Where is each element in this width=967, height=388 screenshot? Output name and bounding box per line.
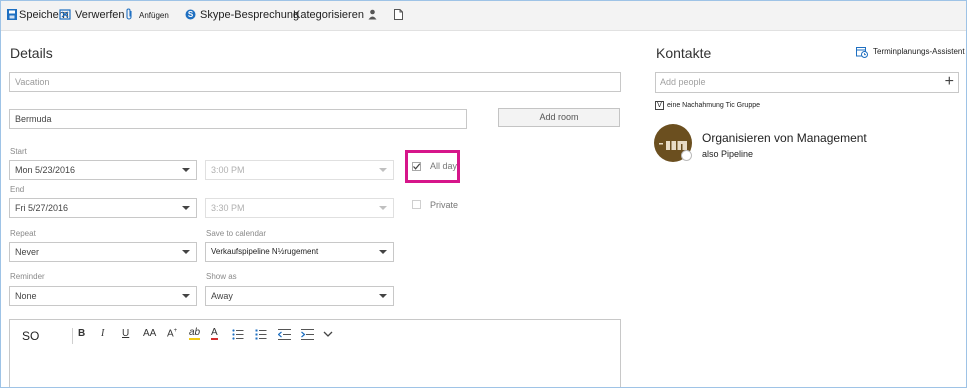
end-label: End — [10, 185, 25, 194]
reminder-select[interactable]: None — [9, 286, 197, 306]
show-as-select[interactable]: Away — [205, 286, 394, 306]
svg-text:S: S — [188, 10, 194, 19]
document-icon — [394, 9, 403, 20]
details-heading: Details — [10, 45, 53, 61]
paperclip-icon — [126, 8, 132, 20]
checkmark-icon — [413, 163, 421, 170]
save-icon — [7, 9, 17, 20]
chevron-down-icon — [379, 294, 387, 298]
reminder-value: None — [15, 291, 37, 301]
chevron-down-icon — [182, 250, 190, 254]
chevron-down-icon[interactable] — [323, 331, 333, 338]
numbering-icon[interactable] — [255, 329, 267, 340]
repeat-value: Never — [15, 247, 40, 257]
contact-subtitle: also Pipeline — [702, 149, 754, 159]
show-as-label: Show as — [206, 272, 237, 281]
person-icon — [368, 9, 377, 20]
categorize-button[interactable]: Kategorisieren — [293, 1, 364, 30]
skype-meeting-button[interactable]: S Skype-Besprechung — [185, 1, 299, 30]
font-size-icon[interactable]: AA — [143, 328, 156, 339]
start-label: Start — [10, 147, 27, 156]
presence-status-icon — [681, 150, 692, 161]
chevron-down-icon — [182, 206, 190, 210]
add-room-button[interactable]: Add room — [498, 108, 620, 127]
group-label: eine Nachahmung Tic Gruppe — [667, 102, 760, 109]
private-checkbox[interactable] — [412, 200, 421, 209]
underline-icon[interactable]: U — [122, 328, 129, 339]
group-icon: V — [655, 101, 664, 110]
title-input[interactable]: Vacation — [9, 72, 621, 92]
chevron-down-icon — [379, 168, 387, 172]
location-input[interactable]: Bermuda — [9, 109, 467, 129]
font-name[interactable]: SO — [22, 329, 39, 343]
all-day-checkbox[interactable] — [412, 162, 421, 171]
outdent-icon[interactable] — [278, 329, 291, 340]
repeat-label: Repeat — [10, 229, 36, 238]
chevron-down-icon — [182, 168, 190, 172]
body-editor[interactable]: SO B I U AA A+ ab A — [9, 319, 621, 387]
save-to-calendar-value: Verkaufspipeline N½rugement — [211, 247, 319, 256]
end-date-select[interactable]: Fri 5/27/2016 — [9, 198, 197, 218]
reminder-label: Reminder — [10, 272, 45, 281]
toolbar: Speichern Verwerfen Anfügen S Skype-Besp… — [1, 1, 966, 31]
attach-button[interactable]: Anfügen — [125, 1, 169, 30]
end-date-value: Fri 5/27/2016 — [15, 203, 69, 213]
add-people-placeholder: Add people — [660, 77, 706, 87]
chevron-down-icon — [182, 294, 190, 298]
bullets-icon[interactable] — [232, 329, 244, 340]
start-time-value: 3:00 PM — [211, 165, 245, 175]
toolbar-divider — [72, 328, 73, 344]
font-color-icon[interactable]: A — [211, 328, 218, 340]
scheduling-assistant-label: Terminplanungs-Assistent — [873, 47, 965, 56]
show-as-value: Away — [211, 291, 233, 301]
calendar-clock-icon — [856, 47, 868, 58]
start-date-value: Mon 5/23/2016 — [15, 165, 76, 175]
indent-icon[interactable] — [301, 329, 314, 340]
superscript-icon[interactable]: A+ — [167, 328, 177, 339]
skype-icon: S — [185, 9, 196, 20]
end-time-select[interactable]: 3:30 PM — [205, 198, 394, 218]
italic-icon[interactable]: I — [101, 328, 104, 339]
chevron-down-icon — [379, 250, 387, 254]
repeat-select[interactable]: Never — [9, 242, 197, 262]
categorize-label: Kategorisieren — [293, 9, 364, 21]
event-window: Speichern Verwerfen Anfügen S Skype-Besp… — [0, 0, 967, 388]
discard-button[interactable]: Verwerfen — [59, 1, 125, 30]
discard-icon — [59, 9, 71, 20]
skype-label: Skype-Besprechung — [200, 9, 300, 21]
private-label: Private — [430, 200, 459, 210]
contacts-heading: Kontakte — [656, 45, 712, 61]
highlight-icon[interactable]: ab — [189, 328, 201, 340]
all-day-label: All day — [430, 161, 458, 171]
end-time-value: 3:30 PM — [211, 203, 245, 213]
start-date-select[interactable]: Mon 5/23/2016 — [9, 160, 197, 180]
save-to-calendar-label: Save to calendar — [206, 229, 267, 238]
add-people-input[interactable]: Add people + — [655, 72, 959, 93]
plus-icon[interactable]: + — [945, 73, 954, 91]
bold-icon[interactable]: B — [78, 328, 85, 339]
save-to-calendar-select[interactable]: Verkaufspipeline N½rugement — [205, 242, 394, 262]
chevron-down-icon — [379, 206, 387, 210]
contact-name[interactable]: Organisieren von Management — [702, 131, 867, 145]
start-time-select[interactable]: 3:00 PM — [205, 160, 394, 180]
